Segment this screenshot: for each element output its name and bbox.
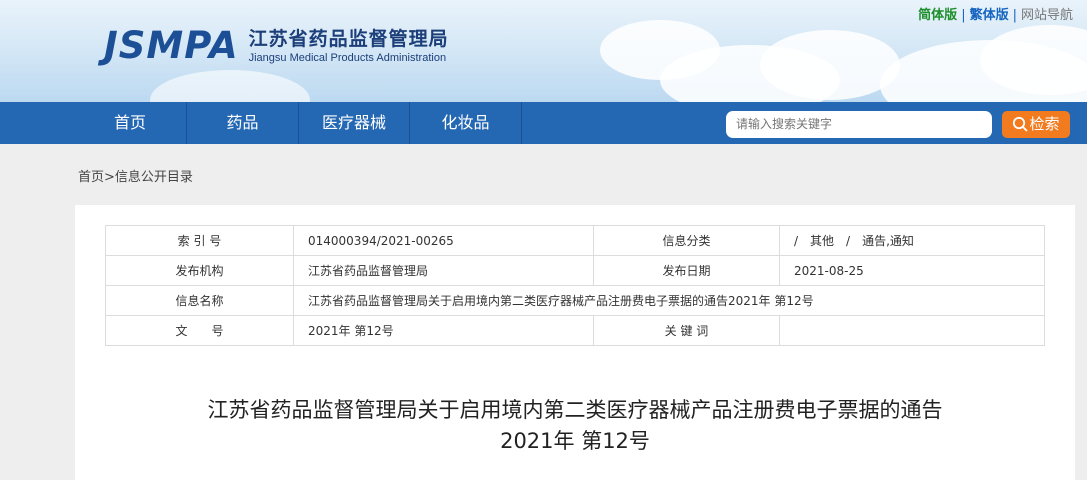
link-separator: | (961, 8, 966, 23)
site-header: JSMPA 江苏省药品监督管理局 Jiangsu Medical Product… (0, 0, 1087, 102)
table-row: 信息名称 江苏省药品监督管理局关于启用境内第二类医疗器械产品注册费电子票据的通告… (105, 285, 1045, 316)
nav-item-cosmetics[interactable]: 化妆品 (410, 102, 522, 144)
cloud-decoration (760, 30, 900, 100)
breadcrumb: 首页>信息公开目录 (78, 166, 193, 185)
cloud-decoration (150, 70, 310, 102)
name-label: 信息名称 (105, 285, 294, 316)
simplified-link[interactable]: 简体版 (918, 8, 957, 23)
index-value: 014000394/2021-00265 (293, 225, 594, 256)
search-button-label: 检索 (1029, 115, 1060, 133)
table-row: 发布机构 江苏省药品监督管理局 发布日期 2021-08-25 (105, 255, 1045, 286)
breadcrumb-home[interactable]: 首页 (78, 170, 104, 185)
table-row: 索 引 号 014000394/2021-00265 信息分类 / 其他 / 通… (105, 225, 1045, 256)
breadcrumb-current[interactable]: 信息公开目录 (115, 170, 193, 185)
nav-item-medical-devices[interactable]: 医疗器械 (299, 102, 410, 144)
date-label: 发布日期 (593, 255, 780, 286)
article-title-line2: 2021年 第12号 (500, 429, 650, 453)
date-value: 2021-08-25 (779, 255, 1045, 286)
main-nav: 首页 药品 医疗器械 化妆品 检索 (0, 102, 1087, 144)
article-title: 江苏省药品监督管理局关于启用境内第二类医疗器械产品注册费电子票据的通告 2021… (75, 395, 1075, 457)
logo-text: 江苏省药品监督管理局 Jiangsu Medical Products Admi… (249, 26, 449, 66)
category-label: 信息分类 (593, 225, 780, 256)
publisher-value: 江苏省药品监督管理局 (293, 255, 594, 286)
index-label: 索 引 号 (105, 225, 294, 256)
keywords-value (779, 315, 1045, 346)
table-row: 文 号 2021年 第12号 关 键 词 (105, 315, 1045, 346)
article-title-line1: 江苏省药品监督管理局关于启用境内第二类医疗器械产品注册费电子票据的通告 (207, 398, 943, 422)
logo-chinese-name: 江苏省药品监督管理局 (248, 28, 449, 50)
link-separator: | (1012, 8, 1017, 23)
logo-mark: JSMPA (104, 24, 239, 67)
search-icon (1013, 116, 1028, 132)
site-nav-link[interactable]: 网站导航 (1021, 8, 1073, 23)
nav-item-drugs[interactable]: 药品 (187, 102, 299, 144)
traditional-link[interactable]: 繁体版 (970, 8, 1009, 23)
breadcrumb-separator: > (104, 170, 115, 185)
docno-value: 2021年 第12号 (293, 315, 594, 346)
logo-english-name: Jiangsu Medical Products Administration (248, 52, 447, 64)
keywords-label: 关 键 词 (593, 315, 780, 346)
info-table: 索 引 号 014000394/2021-00265 信息分类 / 其他 / 通… (105, 225, 1045, 346)
category-value: / 其他 / 通告,通知 (779, 225, 1045, 256)
search-input[interactable] (726, 111, 992, 138)
search-button[interactable]: 检索 (1002, 111, 1070, 138)
top-links: 简体版 | 繁体版 | 网站导航 (918, 4, 1073, 23)
docno-label: 文 号 (105, 315, 294, 346)
name-value: 江苏省药品监督管理局关于启用境内第二类医疗器械产品注册费电子票据的通告2021年… (293, 285, 1045, 316)
nav-item-home[interactable]: 首页 (74, 102, 187, 144)
publisher-label: 发布机构 (105, 255, 294, 286)
content-panel: 索 引 号 014000394/2021-00265 信息分类 / 其他 / 通… (75, 205, 1075, 480)
site-logo[interactable]: JSMPA 江苏省药品监督管理局 Jiangsu Medical Product… (104, 26, 449, 66)
